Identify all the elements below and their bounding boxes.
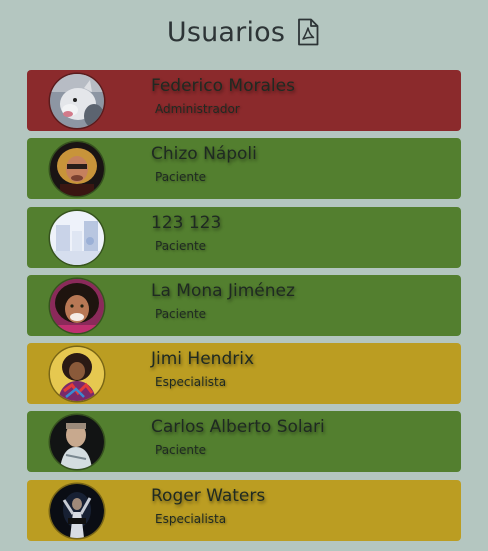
user-role: Administrador <box>155 102 240 116</box>
avatar <box>50 142 104 197</box>
avatar <box>50 278 104 333</box>
user-name: La Mona Jiménez <box>151 280 295 301</box>
avatar <box>50 347 104 402</box>
user-name: 123 123 <box>151 212 222 233</box>
user-name: Roger Waters <box>151 485 266 506</box>
page-title: Usuarios <box>166 16 286 48</box>
user-role: Especialista <box>155 375 227 390</box>
user-name: Carlos Alberto Solari <box>151 417 325 438</box>
avatar <box>50 210 104 265</box>
avatar <box>50 415 104 470</box>
user-card[interactable]: Roger Waters Especialista <box>27 479 461 541</box>
page-header: Usuarios <box>0 14 488 50</box>
avatar <box>50 483 104 538</box>
pdf-file-icon <box>298 18 319 46</box>
user-role: Paciente <box>155 238 207 253</box>
user-card[interactable]: Federico Morales Administrador <box>27 70 461 131</box>
user-role: Especialista <box>155 511 227 526</box>
user-card[interactable]: 123 123 Paciente <box>27 206 461 268</box>
user-card[interactable]: Jimi Hendrix Especialista <box>27 343 461 405</box>
avatar <box>50 74 104 128</box>
user-card[interactable]: Chizo Nápoli Paciente <box>27 138 461 200</box>
export-pdf-button[interactable] <box>295 17 321 47</box>
user-role: Paciente <box>155 306 207 321</box>
user-name: Jimi Hendrix <box>151 349 255 370</box>
user-card[interactable]: La Mona Jiménez Paciente <box>27 274 461 336</box>
user-list: Federico Morales Administrador Chizo Náp… <box>27 70 461 548</box>
user-name: Chizo Nápoli <box>151 144 257 165</box>
user-card[interactable]: Carlos Alberto Solari Paciente <box>27 411 461 473</box>
user-role: Paciente <box>155 443 207 458</box>
user-role: Paciente <box>155 170 207 185</box>
user-name: Federico Morales <box>151 76 295 96</box>
